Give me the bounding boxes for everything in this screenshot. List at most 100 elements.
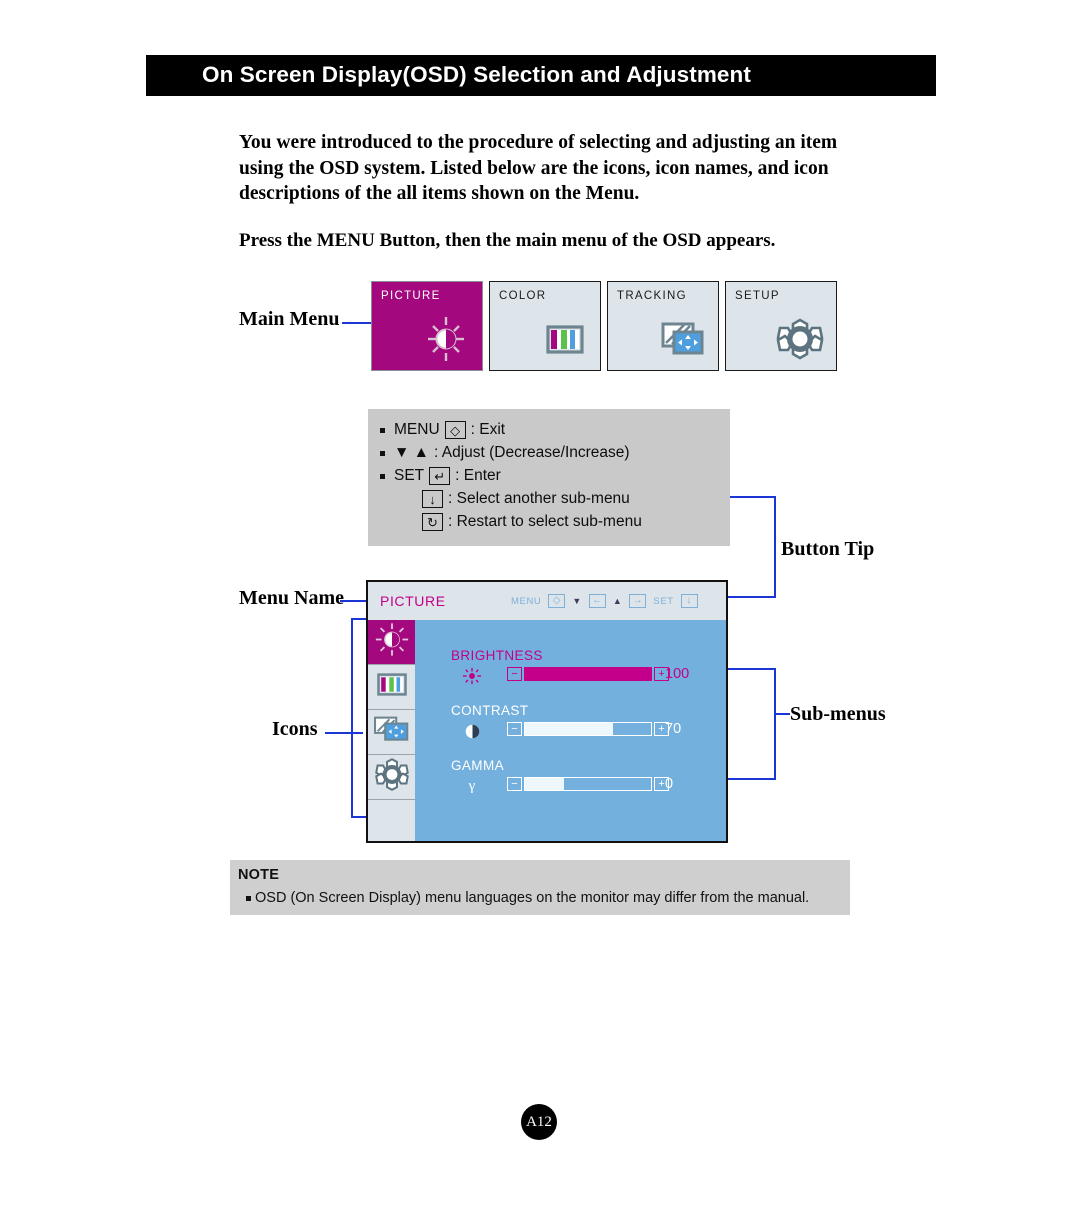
- halfmoon-icon: [461, 722, 483, 740]
- contrast-value: 70: [665, 721, 682, 737]
- manual-page: On Screen Display(OSD) Selection and Adj…: [0, 0, 1080, 1220]
- tracking-icon: [654, 313, 710, 365]
- osd-button-bar: MENU ◇ ▼ ← ▲ → SET ↓: [511, 594, 698, 608]
- decrease-icon[interactable]: −: [507, 722, 522, 736]
- bullet-square: [380, 427, 385, 433]
- osd-submenu-area: BRIGHTNESS − + 100 CONTRAST − + 70 GAMMA…: [415, 620, 726, 841]
- tab-color-label: COLOR: [499, 290, 547, 302]
- submenu-gamma-label: GAMMA: [451, 758, 505, 773]
- tab-picture-label: PICTURE: [381, 290, 441, 302]
- gamma-track[interactable]: [524, 777, 652, 791]
- osd-btn-down-label: ▼: [572, 596, 582, 606]
- tab-setup-label: SETUP: [735, 290, 780, 302]
- enter-icon: ↵: [429, 467, 451, 485]
- tip-prefix-arrows: ▼ ▲: [394, 444, 429, 461]
- tip-line-3: SET ↵ : Enter: [380, 467, 501, 485]
- brightness-fill: [525, 668, 651, 680]
- osd-icon-blank-slot[interactable]: [368, 800, 415, 847]
- leader-button-tip-top: [730, 496, 776, 499]
- tip-line-2: ▼ ▲ : Adjust (Decrease/Increase): [380, 444, 630, 462]
- tip-text-4: : Select another sub-menu: [448, 490, 630, 507]
- osd-icon-tracking[interactable]: [368, 710, 415, 755]
- bullet-square: [380, 450, 385, 456]
- leader-button-tip-vert: [774, 496, 777, 598]
- gamma-icon: γ: [468, 777, 476, 794]
- tip-prefix-set: SET: [394, 467, 425, 484]
- note-body-row: OSD (On Screen Display) menu languages o…: [246, 890, 809, 906]
- callout-sub-menus: Sub-menus: [790, 703, 886, 725]
- restart-icon: ↻: [422, 513, 443, 531]
- contrast-track[interactable]: [524, 722, 652, 736]
- leader-icons-vert: [351, 618, 354, 818]
- contrast-fill: [525, 723, 614, 735]
- down-arrow-icon: ↓: [422, 490, 443, 508]
- osd-icon-setup[interactable]: [368, 755, 415, 800]
- osd-icon-color[interactable]: [368, 665, 415, 710]
- tip-text-1: : Exit: [470, 421, 506, 438]
- tip-line-4: ↓ : Select another sub-menu: [422, 490, 630, 508]
- decrease-icon[interactable]: −: [507, 667, 522, 681]
- brightness-track[interactable]: [524, 667, 652, 681]
- tab-picture[interactable]: PICTURE: [371, 281, 483, 371]
- tip-text-2: : Adjust (Decrease/Increase): [434, 444, 630, 461]
- callout-button-tip: Button Tip: [781, 538, 875, 560]
- osd-btn-menu-label: MENU: [511, 595, 542, 607]
- brightness-icon: [373, 621, 411, 664]
- note-body: OSD (On Screen Display) menu languages o…: [255, 890, 810, 906]
- color-bars-icon: [374, 670, 410, 704]
- osd-icon-rail: [368, 620, 415, 841]
- leader-submenus-bottom: [726, 778, 776, 781]
- gear-icon: [772, 313, 828, 365]
- leader-submenus-top: [726, 668, 776, 671]
- bullet-square: [246, 895, 251, 901]
- left-arrow-icon[interactable]: ←: [588, 594, 606, 608]
- intro-paragraph-2: Press the MENU Button, then the main men…: [239, 230, 776, 251]
- note-box: NOTE OSD (On Screen Display) menu langua…: [230, 860, 850, 915]
- leader-submenus-vert: [774, 668, 777, 780]
- page-title: On Screen Display(OSD) Selection and Adj…: [202, 62, 751, 87]
- tip-line-5: ↻ : Restart to select sub-menu: [422, 513, 642, 531]
- button-tip-box: MENU ◇ : Exit ▼ ▲ : Adjust (Decrease/Inc…: [368, 409, 730, 546]
- callout-icons: Icons: [272, 718, 318, 740]
- gamma-value: 0: [665, 776, 674, 792]
- tab-setup[interactable]: SETUP: [725, 281, 837, 371]
- callout-main-menu: Main Menu: [239, 308, 340, 330]
- contrast-slider[interactable]: − +: [507, 722, 669, 736]
- color-bars-icon: [536, 313, 592, 365]
- leader-main-menu: [342, 322, 372, 325]
- down-arrow-icon[interactable]: ↓: [680, 594, 698, 608]
- tip-line-1: MENU ◇ : Exit: [380, 421, 505, 439]
- sun-icon: [461, 667, 483, 685]
- leader-button-tip-bottom: [728, 596, 776, 599]
- tip-text-5: : Restart to select sub-menu: [448, 513, 642, 530]
- submenu-brightness-label: BRIGHTNESS: [451, 648, 543, 663]
- gamma-slider[interactable]: − +: [507, 777, 669, 791]
- right-arrow-icon[interactable]: →: [629, 594, 647, 608]
- osd-menu-name: PICTURE: [380, 593, 446, 609]
- leader-menu-name: [340, 600, 368, 603]
- submenu-contrast-label: CONTRAST: [451, 703, 529, 718]
- leader-submenus-stub: [774, 713, 790, 716]
- brightness-icon: [418, 313, 474, 365]
- brightness-value: 100: [665, 666, 690, 682]
- tip-text-3: : Enter: [455, 467, 501, 484]
- osd-btn-set-label: SET: [653, 595, 674, 607]
- tracking-icon: [372, 715, 411, 749]
- osd-icon-picture[interactable]: [368, 620, 415, 665]
- osd-btn-up-label: ▲: [612, 596, 623, 606]
- menu-exit-icon[interactable]: ◇: [548, 594, 566, 608]
- note-heading: NOTE: [238, 867, 280, 883]
- osd-panel: PICTURE MENU ◇ ▼ ← ▲ → SET ↓ BRIGHTNESS …: [366, 580, 728, 843]
- decrease-icon[interactable]: −: [507, 777, 522, 791]
- intro-paragraph-1: You were introduced to the procedure of …: [239, 132, 838, 204]
- page-title-bar: On Screen Display(OSD) Selection and Adj…: [146, 55, 936, 96]
- page-number-badge: A12: [521, 1104, 557, 1140]
- bullet-square: [380, 473, 385, 479]
- tab-color[interactable]: COLOR: [489, 281, 601, 371]
- tab-tracking-label: TRACKING: [617, 290, 687, 302]
- gamma-fill: [525, 778, 565, 790]
- tab-tracking[interactable]: TRACKING: [607, 281, 719, 371]
- leader-icons-stub: [325, 732, 363, 735]
- brightness-slider[interactable]: − +: [507, 667, 669, 681]
- callout-menu-name: Menu Name: [239, 587, 344, 609]
